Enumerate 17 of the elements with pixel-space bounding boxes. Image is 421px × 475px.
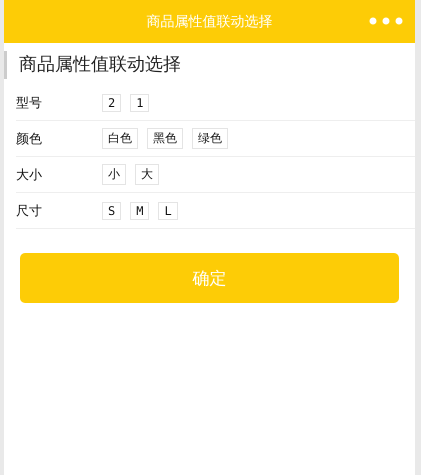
attribute-option[interactable]: M: [130, 202, 150, 220]
attribute-option[interactable]: 白色: [102, 128, 138, 149]
more-icon[interactable]: [369, 17, 403, 25]
attribute-label: 大小: [16, 166, 43, 184]
attribute-option[interactable]: 1: [130, 94, 150, 112]
attribute-option[interactable]: 绿色: [192, 128, 228, 149]
attribute-option[interactable]: 2: [102, 94, 122, 112]
attribute-option[interactable]: L: [158, 202, 178, 220]
attribute-option[interactable]: 黑色: [147, 128, 183, 149]
attribute-option[interactable]: S: [102, 202, 122, 220]
attribute-label: 尺寸: [16, 202, 43, 220]
attribute-label: 型号: [16, 94, 43, 112]
navbar-title: 商品属性值联动选择: [146, 12, 272, 30]
attribute-option[interactable]: 小: [102, 164, 126, 185]
attribute-label: 颜色: [16, 130, 43, 148]
page-heading: 商品属性值联动选择: [4, 51, 415, 79]
attribute-option[interactable]: 大: [135, 164, 159, 185]
